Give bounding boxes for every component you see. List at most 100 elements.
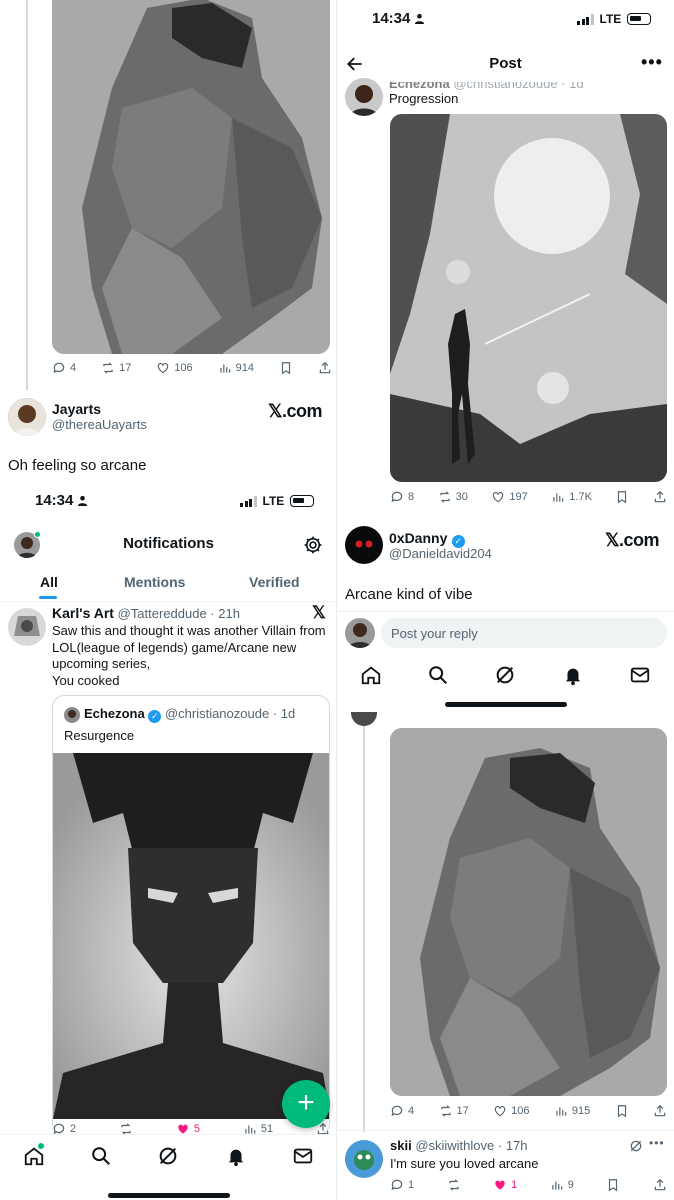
notification-text-line: LOL(league of legends) game/Arcane new bbox=[52, 639, 297, 655]
views-action[interactable]: 915 bbox=[554, 1104, 590, 1118]
panel-top-left: 4 17 106 914 Jayarts @thereaUayarts 𝕏.co… bbox=[0, 0, 337, 482]
repost-icon bbox=[103, 362, 113, 374]
partial-author-name: Echezona bbox=[389, 76, 450, 91]
reply-action[interactable]: 4 bbox=[52, 361, 76, 375]
reply-text: I'm sure you loved arcane bbox=[390, 1156, 539, 1171]
quoted-post[interactable]: Echezona ✓ @christianozoude · 1d Resurge… bbox=[52, 695, 330, 1135]
share-action[interactable] bbox=[653, 1178, 667, 1192]
views-action[interactable]: 1.7K bbox=[551, 490, 592, 504]
share-action[interactable] bbox=[653, 1104, 667, 1118]
views-action[interactable]: 914 bbox=[218, 361, 254, 375]
post-artwork[interactable] bbox=[390, 728, 667, 1096]
bookmark-icon bbox=[617, 1105, 626, 1118]
partial-author: Echezona @christianozoude · 1d bbox=[389, 76, 584, 91]
bookmark-action[interactable] bbox=[615, 490, 629, 504]
author-name[interactable]: Jayarts bbox=[52, 401, 101, 417]
quote-time: · 1d bbox=[272, 706, 296, 721]
notification-name[interactable]: Karl's Art bbox=[52, 605, 114, 621]
author-handle[interactable]: @Danieldavid204 bbox=[389, 546, 492, 561]
page-title: Post bbox=[489, 55, 522, 72]
reply-action[interactable]: 8 bbox=[390, 490, 414, 504]
like-action[interactable]: 1 bbox=[493, 1178, 517, 1192]
tab-mentions[interactable]: Mentions bbox=[124, 574, 185, 590]
status-icons: LTE bbox=[240, 494, 315, 508]
divider bbox=[337, 611, 674, 612]
repost-action[interactable]: 30 bbox=[438, 490, 468, 504]
reply-icon bbox=[391, 1179, 403, 1191]
notification-handle[interactable]: @Tattereddude bbox=[118, 606, 207, 621]
views-icon bbox=[553, 493, 564, 502]
more-icon[interactable]: ••• bbox=[641, 52, 663, 73]
quote-artwork[interactable] bbox=[53, 753, 329, 1119]
like-action[interactable]: 106 bbox=[156, 361, 193, 375]
bookmark-action[interactable] bbox=[606, 1178, 620, 1192]
views-count: 915 bbox=[571, 1105, 591, 1117]
share-icon bbox=[654, 1104, 666, 1117]
more-icon[interactable]: ••• bbox=[649, 1136, 665, 1150]
tab-all[interactable]: All bbox=[40, 574, 58, 590]
mail-icon[interactable] bbox=[292, 1145, 314, 1167]
share-action[interactable] bbox=[318, 361, 332, 375]
author-name[interactable]: 0xDanny bbox=[389, 530, 447, 546]
quote-handle: @christianozoude bbox=[164, 706, 270, 721]
like-action[interactable]: 197 bbox=[491, 490, 528, 504]
search-icon[interactable] bbox=[427, 664, 449, 686]
post-avatar[interactable] bbox=[345, 78, 383, 116]
post-artwork[interactable] bbox=[52, 0, 330, 354]
partial-author-handle: @christianozoude · 1d bbox=[453, 76, 584, 91]
repost-action[interactable]: 17 bbox=[439, 1104, 469, 1118]
grok-icon[interactable] bbox=[494, 664, 516, 686]
views-icon bbox=[219, 364, 230, 373]
like-count: 197 bbox=[509, 491, 528, 503]
repost-action[interactable] bbox=[447, 1178, 461, 1192]
grok-icon[interactable] bbox=[157, 1145, 179, 1167]
share-action[interactable] bbox=[653, 490, 667, 504]
bell-icon[interactable] bbox=[225, 1145, 247, 1167]
reply-count: 1 bbox=[408, 1179, 415, 1191]
reply-action[interactable]: 4 bbox=[390, 1104, 414, 1118]
bell-icon[interactable] bbox=[562, 664, 584, 686]
signal-icon bbox=[577, 13, 594, 25]
bookmark-icon bbox=[618, 491, 627, 504]
reply-count: 8 bbox=[408, 491, 415, 503]
quote-avatar bbox=[64, 707, 80, 723]
bookmark-action[interactable] bbox=[615, 1104, 629, 1118]
notification-text-line: You cooked bbox=[52, 672, 120, 688]
heart-icon bbox=[495, 1180, 505, 1190]
reply-avatar[interactable] bbox=[345, 1140, 383, 1178]
status-icons: LTE bbox=[577, 12, 652, 26]
avatar[interactable] bbox=[8, 398, 46, 436]
repost-action[interactable]: 17 bbox=[101, 361, 131, 375]
like-count: 106 bbox=[511, 1105, 530, 1117]
reply-count: 4 bbox=[70, 362, 77, 374]
bookmark-action[interactable] bbox=[279, 361, 293, 375]
search-icon[interactable] bbox=[90, 1145, 112, 1167]
views-action[interactable]: 9 bbox=[550, 1178, 574, 1192]
notification-dot bbox=[38, 1143, 44, 1149]
gear-icon[interactable] bbox=[303, 535, 323, 555]
post-artwork[interactable] bbox=[390, 114, 667, 482]
panel-notifications: 14:34 LTE Notifications All Mentions Ver… bbox=[0, 482, 337, 1200]
caption: Arcane kind of vibe bbox=[345, 586, 473, 603]
home-icon[interactable] bbox=[360, 664, 382, 686]
mail-icon[interactable] bbox=[629, 664, 651, 686]
author-handle[interactable]: @thereaUayarts bbox=[52, 417, 147, 432]
post-actions: 8 30 197 1.7K bbox=[390, 490, 667, 504]
reply-name[interactable]: skii bbox=[390, 1138, 412, 1153]
repost-icon bbox=[439, 491, 450, 503]
status-time: 14:34 bbox=[372, 10, 411, 27]
like-action[interactable]: 106 bbox=[493, 1104, 529, 1118]
panel-separator bbox=[336, 0, 337, 1200]
compose-button[interactable]: + bbox=[282, 1080, 330, 1128]
reply-handle[interactable]: @skiiwithlove bbox=[415, 1138, 494, 1153]
grok-icon[interactable] bbox=[629, 1139, 643, 1153]
reply-action[interactable]: 1 bbox=[390, 1178, 414, 1192]
tab-verified[interactable]: Verified bbox=[249, 574, 300, 590]
reply-input[interactable]: Post your reply bbox=[381, 618, 667, 648]
avatar[interactable] bbox=[345, 526, 383, 564]
like-count: 1 bbox=[511, 1179, 518, 1191]
notification-avatar[interactable] bbox=[8, 608, 46, 646]
heart-icon bbox=[494, 1106, 506, 1117]
status-bar: 14:34 bbox=[372, 10, 425, 27]
notification-header: Karl's Art @Tattereddude · 21h bbox=[52, 605, 240, 621]
